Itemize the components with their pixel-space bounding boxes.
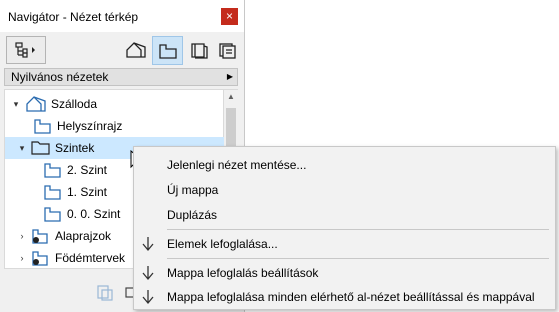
public-views-header[interactable]: Nyilvános nézetek ▶ <box>4 68 238 86</box>
floor-plan-icon <box>43 162 63 178</box>
floor-plan-icon <box>43 184 63 200</box>
floor-plan-icon <box>43 206 63 222</box>
down-arrow-icon <box>142 289 154 308</box>
tree-item-label: Szálloda <box>51 97 98 111</box>
building-icon <box>25 95 47 113</box>
title-bar: Navigátor - Nézet térkép × <box>0 0 244 32</box>
project-map-button[interactable] <box>121 36 150 63</box>
layout-book-button[interactable] <box>184 36 213 63</box>
layout-book-icon <box>190 42 208 59</box>
expand-icon[interactable]: › <box>17 231 27 241</box>
menu-item-label: Jelenlegi nézet mentése... <box>167 158 307 172</box>
chevron-right-icon: ▶ <box>226 72 233 81</box>
public-views-label: Nyilvános nézetek <box>11 70 109 84</box>
window-title: Navigátor - Nézet térkép <box>8 10 139 24</box>
tree-item-label: 1. Szint <box>67 185 108 199</box>
folder-settings-icon <box>31 228 51 244</box>
expand-icon[interactable]: ▾ <box>11 99 21 110</box>
view-map-button[interactable] <box>152 36 183 65</box>
scrollbar-thumb[interactable] <box>226 108 236 148</box>
view-map-icon <box>158 43 177 59</box>
menu-item-label: Mappa lefoglalás beállítások <box>167 266 319 280</box>
close-button[interactable]: × <box>221 8 238 25</box>
tree-item-label: 2. Szint <box>67 163 108 177</box>
navigator-toolbar <box>0 33 244 67</box>
publisher-sets-button[interactable] <box>213 36 242 63</box>
menu-item-label: Mappa lefoglalása minden elérhető al-néz… <box>167 290 535 304</box>
tree-item-label: Szintek <box>55 141 95 155</box>
tree-item-label: 0. 0. Szint <box>67 207 121 221</box>
menu-separator <box>167 258 549 259</box>
expand-icon[interactable]: ▾ <box>17 143 27 154</box>
menu-item-new-folder[interactable]: Új mappa <box>134 178 555 202</box>
floor-plan-icon <box>33 118 53 134</box>
tree-options-dropdown[interactable] <box>6 36 46 64</box>
menu-item-label: Duplázás <box>167 208 218 222</box>
scroll-up-icon[interactable]: ▲ <box>227 92 235 101</box>
project-map-icon <box>125 41 146 58</box>
menu-item-folder-reserve-settings[interactable]: Mappa lefoglalás beállítások <box>134 261 555 285</box>
menu-item-duplicate[interactable]: Duplázás <box>134 203 555 227</box>
tree-item-label: Födémtervek <box>55 251 126 265</box>
menu-item-reserve-folder-all[interactable]: Mappa lefoglalása minden elérhető al-néz… <box>134 285 555 309</box>
menu-item-save-current-view[interactable]: Jelenlegi nézet mentése... <box>134 153 555 177</box>
settings-view-icon[interactable] <box>96 284 114 305</box>
down-arrow-icon <box>142 265 154 284</box>
menu-item-label: Elemek lefoglalása... <box>167 237 278 251</box>
tree-item-label: Alaprajzok <box>55 229 112 243</box>
tree-item-helyszinrajz[interactable]: Helyszínrajz <box>5 115 251 137</box>
tree-structure-icon <box>15 42 35 58</box>
folder-icon <box>31 140 51 156</box>
tree-item-label: Helyszínrajz <box>57 119 123 133</box>
close-icon: × <box>225 9 233 23</box>
down-arrow-icon <box>142 236 154 255</box>
context-menu: Jelenlegi nézet mentése... Új mappa Dupl… <box>133 146 556 310</box>
tree-item-szalloda[interactable]: ▾ Szálloda <box>5 93 229 115</box>
expand-icon[interactable]: › <box>17 253 27 263</box>
publisher-sets-icon <box>218 42 236 59</box>
menu-item-reserve-elements[interactable]: Elemek lefoglalása... <box>134 232 555 256</box>
folder-settings-icon <box>31 250 51 266</box>
menu-separator <box>167 229 549 230</box>
menu-item-label: Új mappa <box>167 183 219 197</box>
